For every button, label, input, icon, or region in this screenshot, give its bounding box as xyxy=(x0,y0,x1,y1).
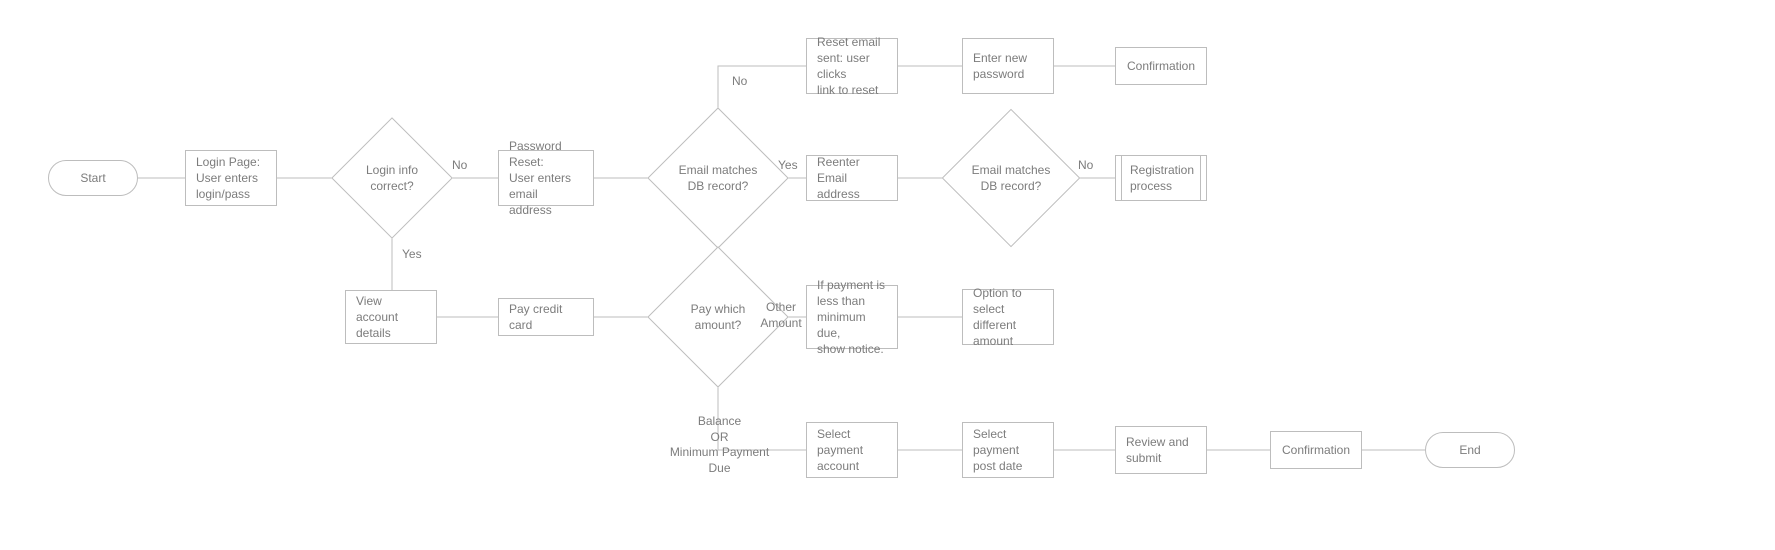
email-match-1-label: Email matches DB record? xyxy=(673,162,764,194)
login-label: Login Page: User enters login/pass xyxy=(196,154,260,203)
pay-which-label: Pay which amount? xyxy=(685,301,752,333)
conf2-label: Confirmation xyxy=(1282,442,1350,458)
process-confirmation-top: Confirmation xyxy=(1115,47,1207,85)
process-select-payment-account: Select payment account xyxy=(806,422,898,478)
login-correct-label: Login info correct? xyxy=(360,162,424,194)
edge-email1-no: No xyxy=(732,74,747,90)
subprocess-registration: Registration process xyxy=(1115,155,1207,201)
process-pay-credit-card: Pay credit card xyxy=(498,298,594,336)
end-label: End xyxy=(1459,442,1480,458)
edge-pay-other: Other Amount xyxy=(756,300,806,331)
pay-cc-label: Pay credit card xyxy=(509,301,583,333)
edge-pay-balance: Balance OR Minimum Payment Due xyxy=(667,414,772,476)
conf1-label: Confirmation xyxy=(1127,58,1195,74)
decision-email-match-2: Email matches DB record? xyxy=(962,129,1060,227)
edge-email2-no: No xyxy=(1078,158,1093,174)
decision-login-correct: Login info correct? xyxy=(349,135,435,221)
notice-label: If payment is less than minimum due, sho… xyxy=(817,277,887,358)
decision-email-match-1: Email matches DB record? xyxy=(668,128,768,228)
process-reset-email: Reset email sent: user clicks link to re… xyxy=(806,38,898,94)
process-reenter-email: Reenter Email address xyxy=(806,155,898,201)
process-password-reset: Password Reset: User enters email addres… xyxy=(498,150,594,206)
process-login-page: Login Page: User enters login/pass xyxy=(185,150,277,206)
reset-email-label: Reset email sent: user clicks link to re… xyxy=(817,34,887,99)
pw-reset-label: Password Reset: User enters email addres… xyxy=(509,138,583,219)
registration-label: Registration process xyxy=(1130,162,1194,194)
enter-new-pw-label: Enter new password xyxy=(973,50,1027,82)
process-select-post-date: Select payment post date xyxy=(962,422,1054,478)
email-match-2-label: Email matches DB record? xyxy=(966,162,1057,194)
process-payment-notice: If payment is less than minimum due, sho… xyxy=(806,285,898,349)
process-view-account: View account details xyxy=(345,290,437,344)
reenter-email-label: Reenter Email address xyxy=(817,154,887,203)
edge-email1-yes: Yes xyxy=(778,158,798,174)
terminator-start: Start xyxy=(48,160,138,196)
edge-login-no: No xyxy=(452,158,467,174)
select-acct-label: Select payment account xyxy=(817,426,863,475)
review-label: Review and submit xyxy=(1126,434,1189,466)
process-option-different-amount: Option to select different amount xyxy=(962,289,1054,345)
option-diff-label: Option to select different amount xyxy=(973,285,1043,350)
process-enter-new-password: Enter new password xyxy=(962,38,1054,94)
decision-pay-which-amount: Pay which amount? xyxy=(668,267,768,367)
terminator-end: End xyxy=(1425,432,1515,468)
flowchart-canvas: Start Login Page: User enters login/pass… xyxy=(0,0,1775,550)
start-label: Start xyxy=(80,170,105,186)
edge-login-yes: Yes xyxy=(402,247,422,263)
select-date-label: Select payment post date xyxy=(973,426,1022,475)
process-review-submit: Review and submit xyxy=(1115,426,1207,474)
process-confirmation-bottom: Confirmation xyxy=(1270,431,1362,469)
view-acct-label: View account details xyxy=(356,293,426,342)
